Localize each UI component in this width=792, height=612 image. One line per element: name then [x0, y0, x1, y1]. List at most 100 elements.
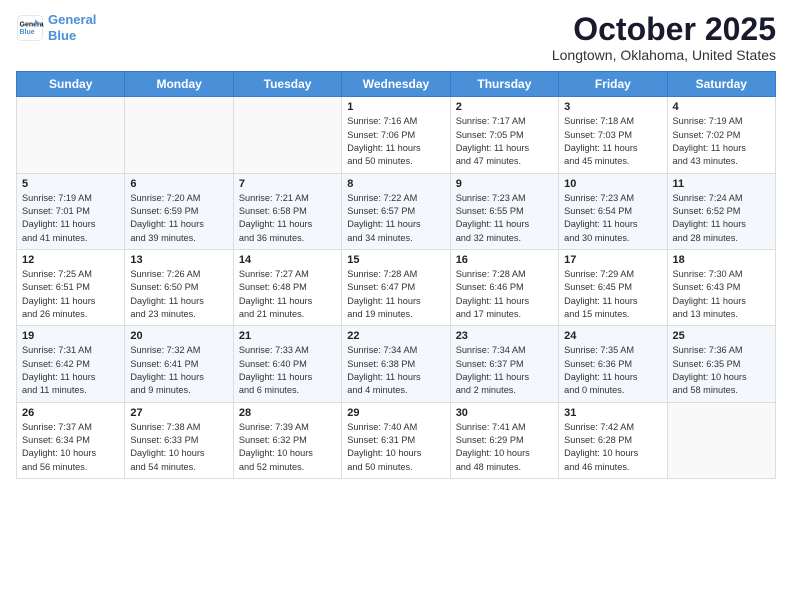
day-number: 25	[673, 330, 770, 342]
calendar-cell: 28 Sunrise: 7:39 AMSunset: 6:32 PMDayligh…	[233, 402, 341, 478]
day-info: Sunrise: 7:32 AMSunset: 6:41 PMDaylight:…	[130, 344, 227, 397]
day-number: 31	[564, 407, 661, 419]
calendar-cell: 14 Sunrise: 7:27 AMSunset: 6:48 PMDayligh…	[233, 249, 341, 325]
calendar-cell: 13Sunrise: 7:26 AMSunset: 6:50 PMDayligh…	[125, 249, 233, 325]
calendar-header: SundayMondayTuesdayWednesdayThursdayFrid…	[17, 72, 776, 97]
day-of-week-header: Friday	[559, 72, 667, 97]
day-number: 9	[456, 178, 553, 190]
calendar-cell: 20 Sunrise: 7:32 AMSunset: 6:41 PMDayligh…	[125, 326, 233, 402]
day-info: Sunrise: 7:35 AMSunset: 6:36 PMDaylight:…	[564, 344, 661, 397]
day-number: 23	[456, 330, 553, 342]
day-info: Sunrise: 7:18 AMSunset: 7:03 PMDaylight:…	[564, 115, 661, 168]
day-info: Sunrise: 7:41 AMSunset: 6:29 PMDaylight:…	[456, 421, 553, 474]
day-info: Sunrise: 7:33 AMSunset: 6:40 PMDaylight:…	[239, 344, 336, 397]
day-info: Sunrise: 7:25 AMSunset: 6:51 PMDaylight:…	[22, 268, 119, 321]
day-number: 20	[130, 330, 227, 342]
calendar-cell: 10 Sunrise: 7:23 AMSunset: 6:54 PMDayligh…	[559, 173, 667, 249]
day-number: 18	[673, 254, 770, 266]
day-number: 29	[347, 407, 444, 419]
calendar: SundayMondayTuesdayWednesdayThursdayFrid…	[16, 71, 776, 479]
calendar-cell	[667, 402, 775, 478]
calendar-cell: 24 Sunrise: 7:35 AMSunset: 6:36 PMDayligh…	[559, 326, 667, 402]
day-info: Sunrise: 7:39 AMSunset: 6:32 PMDaylight:…	[239, 421, 336, 474]
day-number: 1	[347, 101, 444, 113]
day-number: 12	[22, 254, 119, 266]
logo-line1: General	[48, 12, 96, 27]
calendar-cell: 15Sunrise: 7:28 AMSunset: 6:47 PMDayligh…	[342, 249, 450, 325]
day-info: Sunrise: 7:28 AMSunset: 6:46 PMDaylight:…	[456, 268, 553, 321]
day-number: 22	[347, 330, 444, 342]
day-info: Sunrise: 7:29 AMSunset: 6:45 PMDaylight:…	[564, 268, 661, 321]
day-number: 27	[130, 407, 227, 419]
calendar-cell: 4Sunrise: 7:19 AMSunset: 7:02 PMDaylight…	[667, 97, 775, 173]
day-info: Sunrise: 7:23 AMSunset: 6:55 PMDaylight:…	[456, 192, 553, 245]
day-of-week-header: Thursday	[450, 72, 558, 97]
calendar-week-row: 26Sunrise: 7:37 AMSunset: 6:34 PMDayligh…	[17, 402, 776, 478]
calendar-cell: 7 Sunrise: 7:21 AMSunset: 6:58 PMDaylight…	[233, 173, 341, 249]
calendar-cell: 2 Sunrise: 7:17 AMSunset: 7:05 PMDaylight…	[450, 97, 558, 173]
calendar-cell: 18 Sunrise: 7:30 AMSunset: 6:43 PMDayligh…	[667, 249, 775, 325]
day-number: 24	[564, 330, 661, 342]
calendar-cell: 17 Sunrise: 7:29 AMSunset: 6:45 PMDayligh…	[559, 249, 667, 325]
day-number: 4	[673, 101, 770, 113]
day-number: 28	[239, 407, 336, 419]
calendar-cell: 9 Sunrise: 7:23 AMSunset: 6:55 PMDaylight…	[450, 173, 558, 249]
day-info: Sunrise: 7:34 AMSunset: 6:37 PMDaylight:…	[456, 344, 553, 397]
day-number: 19	[22, 330, 119, 342]
calendar-cell: 31 Sunrise: 7:42 AMSunset: 6:28 PMDayligh…	[559, 402, 667, 478]
day-number: 7	[239, 178, 336, 190]
day-info: Sunrise: 7:36 AMSunset: 6:35 PMDaylight:…	[673, 344, 770, 397]
calendar-cell: 19Sunrise: 7:31 AMSunset: 6:42 PMDayligh…	[17, 326, 125, 402]
calendar-cell: 12 Sunrise: 7:25 AMSunset: 6:51 PMDayligh…	[17, 249, 125, 325]
day-of-week-header: Saturday	[667, 72, 775, 97]
day-number: 5	[22, 178, 119, 190]
calendar-week-row: 19Sunrise: 7:31 AMSunset: 6:42 PMDayligh…	[17, 326, 776, 402]
calendar-cell	[125, 97, 233, 173]
header: General Blue General Blue October 2025 L…	[16, 12, 776, 63]
day-number: 17	[564, 254, 661, 266]
day-info: Sunrise: 7:27 AMSunset: 6:48 PMDaylight:…	[239, 268, 336, 321]
calendar-cell: 1 Sunrise: 7:16 AMSunset: 7:06 PMDaylight…	[342, 97, 450, 173]
day-number: 16	[456, 254, 553, 266]
day-of-week-header: Monday	[125, 72, 233, 97]
day-info: Sunrise: 7:22 AMSunset: 6:57 PMDaylight:…	[347, 192, 444, 245]
day-number: 26	[22, 407, 119, 419]
day-of-week-header: Sunday	[17, 72, 125, 97]
day-info: Sunrise: 7:17 AMSunset: 7:05 PMDaylight:…	[456, 115, 553, 168]
day-info: Sunrise: 7:42 AMSunset: 6:28 PMDaylight:…	[564, 421, 661, 474]
day-of-week-header: Tuesday	[233, 72, 341, 97]
calendar-cell: 3 Sunrise: 7:18 AMSunset: 7:03 PMDaylight…	[559, 97, 667, 173]
day-info: Sunrise: 7:19 AMSunset: 7:01 PMDaylight:…	[22, 192, 119, 245]
calendar-cell: 30Sunrise: 7:41 AMSunset: 6:29 PMDayligh…	[450, 402, 558, 478]
day-info: Sunrise: 7:23 AMSunset: 6:54 PMDaylight:…	[564, 192, 661, 245]
day-info: Sunrise: 7:38 AMSunset: 6:33 PMDaylight:…	[130, 421, 227, 474]
day-info: Sunrise: 7:16 AMSunset: 7:06 PMDaylight:…	[347, 115, 444, 168]
day-info: Sunrise: 7:30 AMSunset: 6:43 PMDaylight:…	[673, 268, 770, 321]
calendar-week-row: 12 Sunrise: 7:25 AMSunset: 6:51 PMDayligh…	[17, 249, 776, 325]
day-info: Sunrise: 7:34 AMSunset: 6:38 PMDaylight:…	[347, 344, 444, 397]
page-subtitle: Longtown, Oklahoma, United States	[552, 47, 776, 63]
day-info: Sunrise: 7:28 AMSunset: 6:47 PMDaylight:…	[347, 268, 444, 321]
day-number: 3	[564, 101, 661, 113]
calendar-cell: 25 Sunrise: 7:36 AMSunset: 6:35 PMDayligh…	[667, 326, 775, 402]
day-info: Sunrise: 7:21 AMSunset: 6:58 PMDaylight:…	[239, 192, 336, 245]
day-info: Sunrise: 7:26 AMSunset: 6:50 PMDaylight:…	[130, 268, 227, 321]
logo-text: General Blue	[48, 12, 96, 43]
day-number: 10	[564, 178, 661, 190]
svg-text:Blue: Blue	[20, 29, 35, 36]
title-block: October 2025 Longtown, Oklahoma, United …	[552, 12, 776, 63]
calendar-cell	[17, 97, 125, 173]
calendar-cell: 23 Sunrise: 7:34 AMSunset: 6:37 PMDayligh…	[450, 326, 558, 402]
day-info: Sunrise: 7:24 AMSunset: 6:52 PMDaylight:…	[673, 192, 770, 245]
page-title: October 2025	[552, 12, 776, 47]
day-of-week-header: Wednesday	[342, 72, 450, 97]
logo: General Blue General Blue	[16, 12, 96, 43]
day-number: 2	[456, 101, 553, 113]
calendar-cell: 6Sunrise: 7:20 AMSunset: 6:59 PMDaylight…	[125, 173, 233, 249]
day-number: 8	[347, 178, 444, 190]
header-row: SundayMondayTuesdayWednesdayThursdayFrid…	[17, 72, 776, 97]
calendar-cell: 22 Sunrise: 7:34 AMSunset: 6:38 PMDayligh…	[342, 326, 450, 402]
calendar-week-row: 5 Sunrise: 7:19 AMSunset: 7:01 PMDaylight…	[17, 173, 776, 249]
logo-icon: General Blue	[16, 14, 44, 42]
day-number: 14	[239, 254, 336, 266]
